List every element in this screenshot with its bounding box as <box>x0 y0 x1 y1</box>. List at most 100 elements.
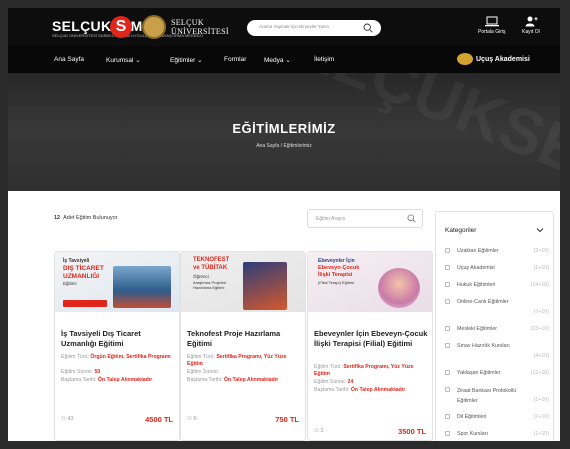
training-price: 750 TL <box>275 415 299 424</box>
training-type: Eğitim Türü: Sertifika Programı, Yüz Yüz… <box>187 354 303 368</box>
training-start: Başlama Tarihi: Ön Talep Alınmaktadır <box>61 377 177 384</box>
training-search-input[interactable]: Eğitim Arayın <box>307 209 423 228</box>
enrolled-count: ⚇ 2 <box>314 428 324 434</box>
training-card[interactable]: Ebeveynler İçin Ebeveyn-Çocuk İlişki Ter… <box>307 251 433 441</box>
header-search-input[interactable]: Arama Yapmak İçin Birşeyler Yazın <box>247 20 381 36</box>
training-card-title[interactable]: Ebeveynler İçin Ebeveyn-Çocuk İlişki Ter… <box>314 329 430 348</box>
category-count: (1+10) <box>533 431 549 437</box>
flight-academy-logo-icon <box>457 53 473 65</box>
enrolled-count: ⚇ 43 <box>61 416 74 422</box>
card-image-footer <box>181 312 305 320</box>
card-image-line-3: Öğrenci <box>193 274 209 279</box>
training-start-label: Başlama Tarihi: <box>187 377 223 383</box>
training-card-image[interactable]: İş Tavsiyeli DIŞ TİCARET UZMANLIĞI Eğiti… <box>55 252 179 320</box>
laptop-icon <box>484 16 499 27</box>
category-checkbox[interactable] <box>445 282 450 287</box>
training-card-image[interactable]: Ebeveynler İçin Ebeveyn-Çocuk İlişki Ter… <box>308 252 432 320</box>
category-checkbox[interactable] <box>445 431 450 436</box>
category-label: Hukuk Eğitimleri <box>457 282 496 288</box>
category-checkbox[interactable] <box>445 265 450 270</box>
training-price: 3500 TL <box>398 427 426 436</box>
training-duration-label: Eğitim Süresi: <box>61 369 93 375</box>
category-checkbox[interactable] <box>445 387 450 392</box>
register-label: Kayıt Ol <box>522 29 540 35</box>
training-price: 4500 TL <box>145 415 173 424</box>
training-card[interactable]: TEKNOFEST ve TÜBİTAK Öğrenci Araştırma P… <box>180 251 306 441</box>
training-start-value: Ön Talep Alınmaktadır <box>350 387 406 393</box>
register-link[interactable]: Kayıt Ol <box>522 16 540 35</box>
training-start-label: Başlama Tarihi: <box>61 377 97 383</box>
category-checkbox[interactable] <box>445 248 450 253</box>
training-duration: Eğitim Süresi: 50 <box>61 369 177 376</box>
training-duration: Eğitim Süresi: 24 <box>314 379 430 386</box>
results-count-text: Adet Eğitim Bulunuyor <box>63 215 118 221</box>
training-type-label: Eğitim Türü: <box>314 364 342 370</box>
project-book-illustration <box>243 262 287 310</box>
card-image-line-1: TEKNOFEST <box>193 257 230 263</box>
card-image-badge <box>63 300 107 307</box>
category-count: (2+10) <box>533 248 549 254</box>
users-icon: ⚇ <box>61 416 66 422</box>
category-checkbox[interactable] <box>445 414 450 419</box>
category-count: (4+10) <box>533 353 549 359</box>
category-checkbox[interactable] <box>445 299 450 304</box>
results-count: 12 Adet Eğitim Bulunuyor <box>54 215 118 221</box>
nav-item-corporate[interactable]: Kurumsal ⌄ <box>106 56 141 64</box>
nav-item-trainings[interactable]: Eğitimler ⌄ <box>170 56 203 64</box>
enrolled-count-value: 2 <box>320 428 324 434</box>
header-search-placeholder: Arama Yapmak İçin Birşeyler Yazın <box>259 24 329 29</box>
training-search-placeholder: Eğitim Arayın <box>316 216 346 222</box>
training-start: Başlama Tarihi: Ön Talep Alınmaktadır <box>187 377 303 384</box>
training-type: Eğitim Türü: Sertifika Programı, Yüz Yüz… <box>314 364 430 378</box>
search-icon[interactable] <box>407 214 416 223</box>
training-card-title[interactable]: Teknofest Proje Hazırlama Eğitimi <box>187 329 303 348</box>
search-icon[interactable] <box>363 23 373 33</box>
category-count: (1+10) <box>533 397 549 403</box>
add-user-icon <box>525 16 538 27</box>
category-label: Yaklaşan Eğitimler <box>457 370 501 376</box>
enrolled-count-value: 5 <box>193 416 197 422</box>
card-image-line-3: İlişki Terapisi <box>318 272 353 278</box>
training-duration-value: 24 <box>347 379 354 385</box>
nav-item-forms[interactable]: Formlar <box>224 56 246 63</box>
card-image-footer <box>55 312 179 320</box>
category-count: (13+10) <box>530 326 549 332</box>
users-icon: ⚇ <box>187 416 192 422</box>
category-count: (2+10) <box>533 414 549 420</box>
nav-item-contact[interactable]: İletişim <box>314 56 334 63</box>
training-card-image[interactable]: TEKNOFEST ve TÜBİTAK Öğrenci Araştırma P… <box>181 252 305 320</box>
logo-mark-icon: S <box>110 16 132 38</box>
training-type-label: Eğitim Türü: <box>187 354 215 360</box>
enrolled-count-value: 43 <box>67 416 74 422</box>
parent-child-illustration <box>378 268 420 308</box>
training-duration-label: Eğitim Süresi: <box>187 369 219 375</box>
flight-academy-link[interactable]: Uçuş Akademisi <box>476 56 530 63</box>
nav-item-media[interactable]: Medya ⌄ <box>264 56 291 64</box>
training-start-value: Ön Talep Alınmaktadır <box>223 377 279 383</box>
category-checkbox[interactable] <box>445 370 450 375</box>
chevron-down-icon[interactable] <box>536 226 544 234</box>
card-image-footer <box>308 312 432 320</box>
category-checkbox[interactable] <box>445 326 450 331</box>
card-image-line-3: UZMANLIĞI <box>63 273 100 280</box>
training-start: Başlama Tarihi: Ön Talep Alınmaktadır <box>314 387 430 394</box>
category-checkbox[interactable] <box>445 343 450 348</box>
card-image-line-4: Eğitimi <box>63 281 77 286</box>
chevron-down-icon: ⌄ <box>135 57 141 64</box>
training-card-title[interactable]: İş Tavsiyeli Dış Ticaret Uzmanlığı Eğiti… <box>61 329 177 348</box>
portal-login-link[interactable]: Portala Giriş <box>478 16 506 35</box>
training-type: Eğitim Türü: Örgün Eğitim, Sertifika Pro… <box>61 354 177 361</box>
breadcrumb: Ana Sayfa / Eğitimlerimiz <box>256 143 312 149</box>
card-image-line-4: Araştırma Projeleri Hazırlama Eğitimi <box>193 280 227 290</box>
training-start-label: Başlama Tarihi: <box>314 387 350 393</box>
card-image-line-1: Ebeveynler İçin <box>318 258 355 264</box>
training-card[interactable]: İş Tavsiyeli DIŞ TİCARET UZMANLIĞI Eğiti… <box>54 251 180 441</box>
chevron-down-icon: ⌄ <box>197 57 203 64</box>
nav-item-home[interactable]: Ana Sayfa <box>54 56 84 63</box>
card-image-line-2: ve TÜBİTAK <box>193 265 228 271</box>
users-icon: ⚇ <box>314 428 319 434</box>
training-type-label: Eğitim Türü: <box>61 354 89 360</box>
nav-item-media-label: Medya <box>264 57 284 64</box>
categories-panel: Kategoriler Uzaktan Eğitimler (2+10) Uçu… <box>435 211 554 441</box>
card-image-line-4: (Filial Terapi) Eğitimi <box>318 280 354 285</box>
